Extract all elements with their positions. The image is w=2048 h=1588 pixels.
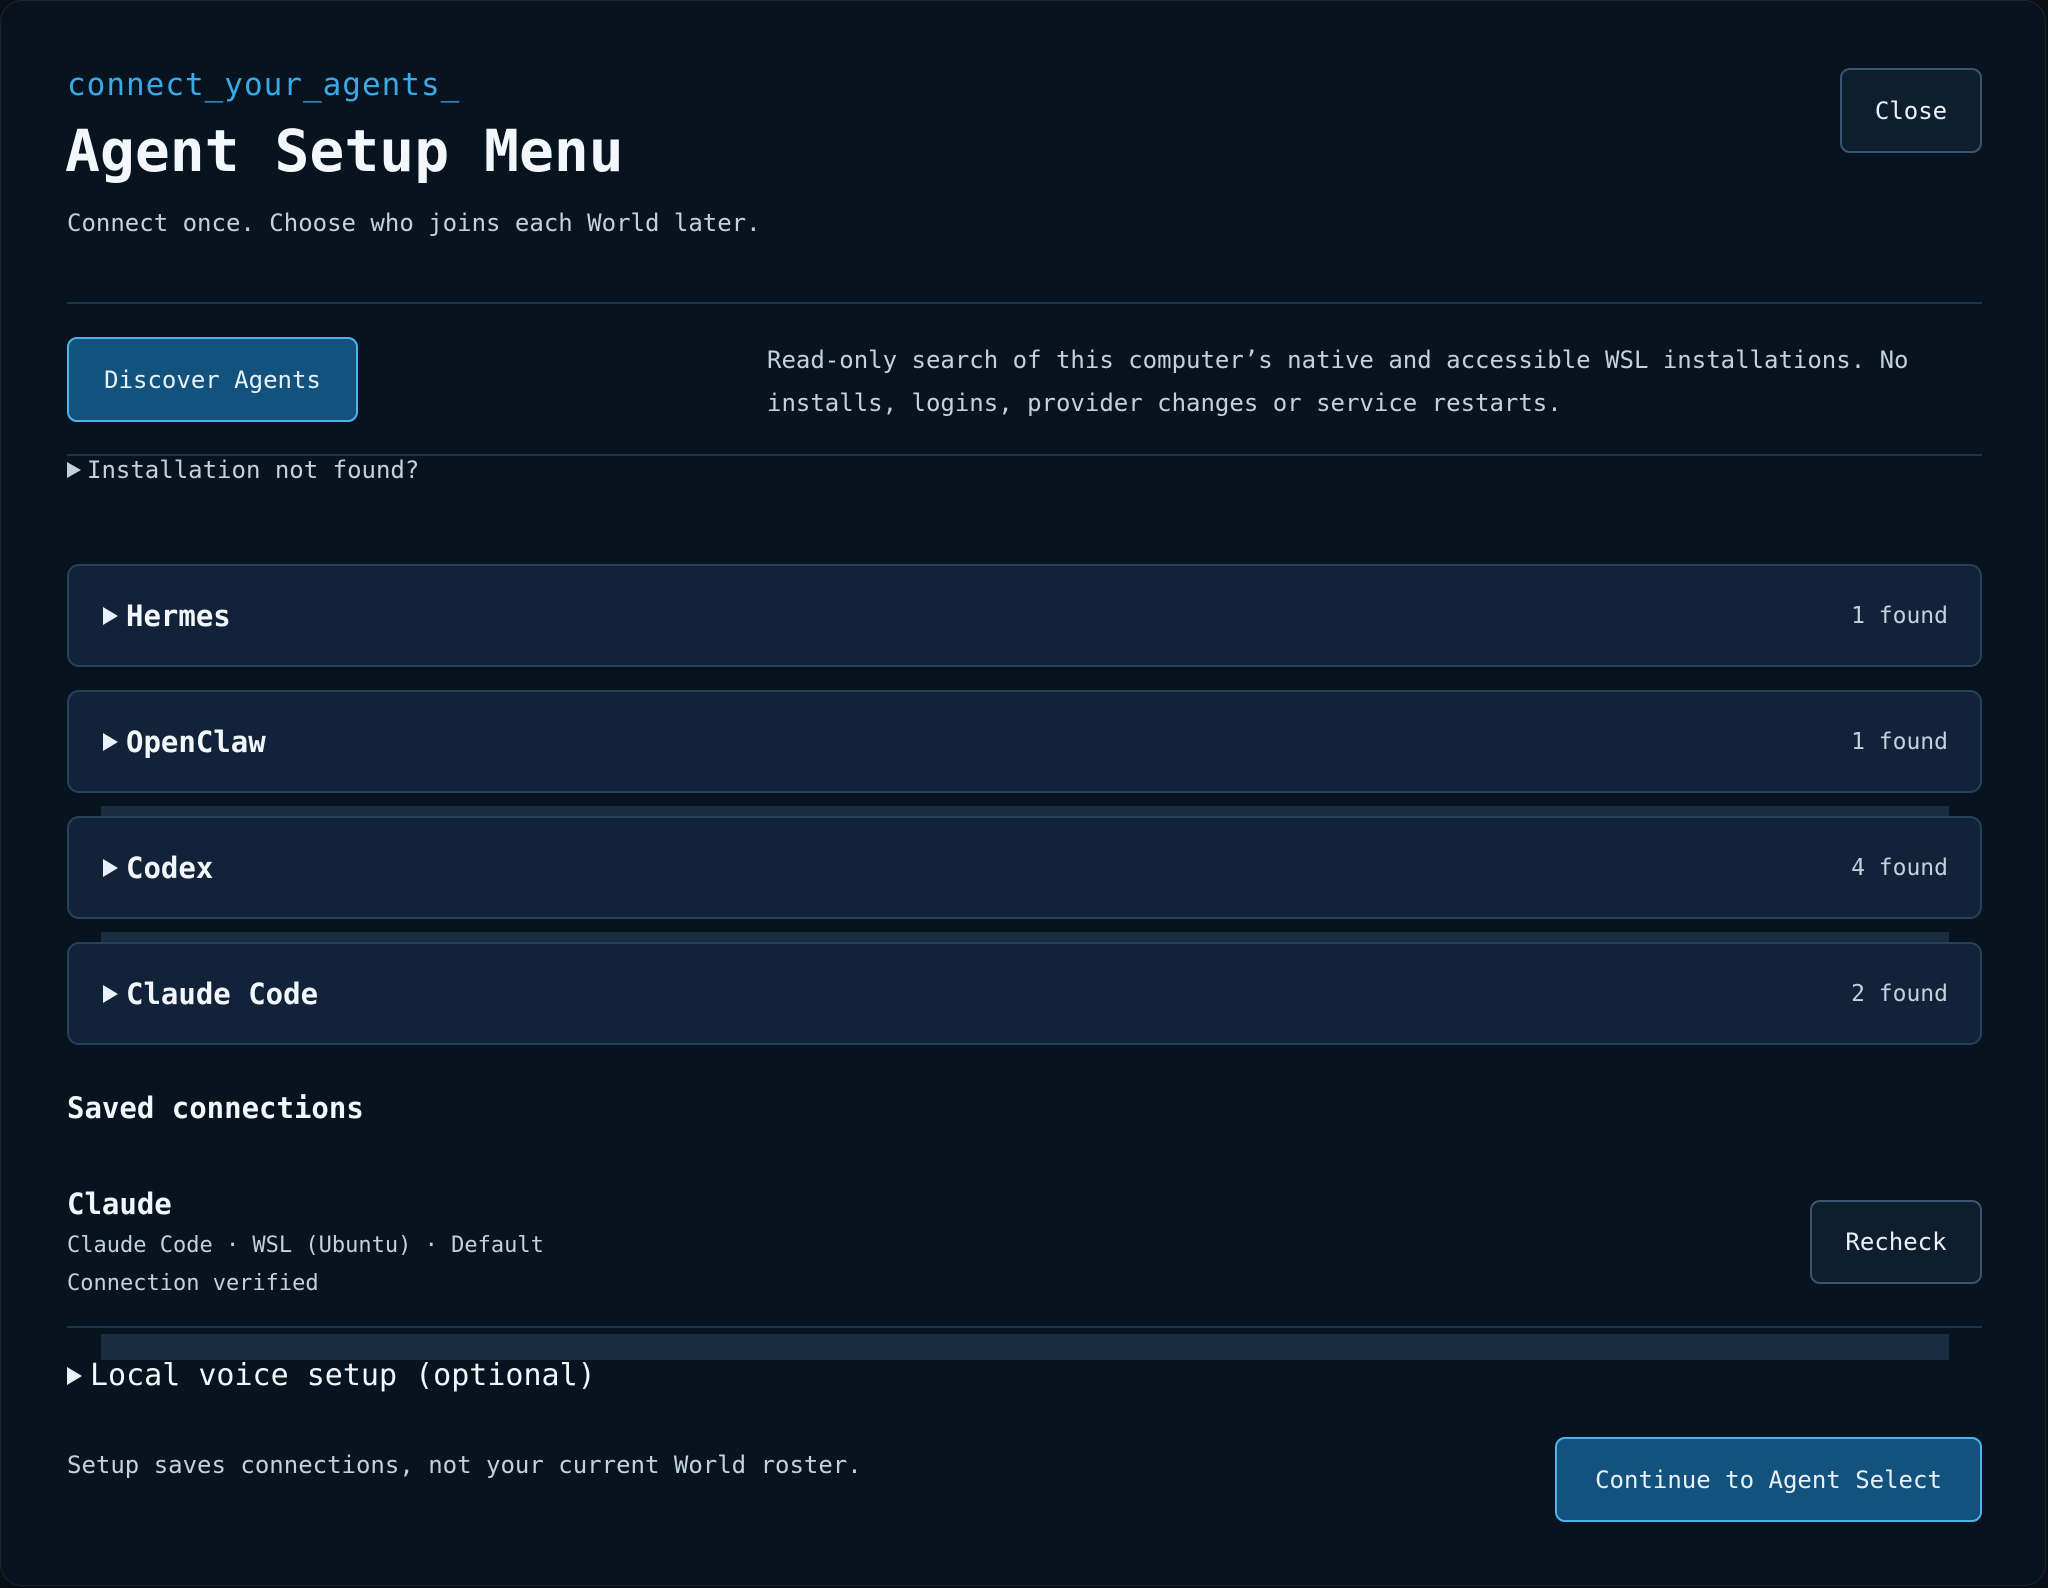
local-voice-setup-toggle[interactable]: Local voice setup (optional) bbox=[67, 1358, 596, 1393]
agent-group-title: OpenClaw bbox=[103, 692, 266, 791]
triangle-right-icon bbox=[103, 984, 118, 1003]
installation-help-label: Installation not found? bbox=[87, 456, 420, 484]
page-subtitle: Connect once. Choose who joins each Worl… bbox=[67, 209, 761, 237]
agent-group-title: Codex bbox=[103, 818, 213, 917]
agent-found-count: 4 found bbox=[1851, 854, 1948, 881]
continue-to-agent-select-button[interactable]: Continue to Agent Select bbox=[1555, 1437, 1982, 1522]
triangle-right-icon bbox=[103, 732, 118, 751]
agent-group-codex[interactable]: Codex 4 found bbox=[67, 816, 1982, 919]
page-title: Agent Setup Menu bbox=[65, 117, 624, 185]
footer-note: Setup saves connections, not your curren… bbox=[67, 1451, 862, 1479]
connection-status: Connection verified bbox=[67, 1271, 319, 1296]
local-voice-setup-label: Local voice setup (optional) bbox=[90, 1358, 596, 1393]
agent-group-title: Claude Code bbox=[103, 944, 318, 1043]
agent-name: Codex bbox=[126, 850, 214, 885]
discover-agents-button[interactable]: Discover Agents bbox=[67, 337, 358, 422]
agent-name: OpenClaw bbox=[126, 724, 266, 759]
discover-description: Read-only search of this computer’s nati… bbox=[767, 346, 1909, 417]
recheck-button[interactable]: Recheck bbox=[1810, 1200, 1982, 1284]
triangle-right-icon bbox=[67, 1366, 82, 1385]
close-button[interactable]: Close bbox=[1840, 68, 1982, 153]
scroll-shadow-band bbox=[101, 1334, 1949, 1360]
connection-detail: Claude Code · WSL (Ubuntu) · Default bbox=[67, 1233, 544, 1258]
connection-name: Claude bbox=[67, 1187, 172, 1221]
agent-setup-dialog: connect_your_agents_ Agent Setup Menu Co… bbox=[0, 0, 2046, 1586]
agent-found-count: 2 found bbox=[1851, 980, 1948, 1007]
section-kicker: connect_your_agents_ bbox=[67, 67, 461, 103]
agent-name: Claude Code bbox=[126, 976, 319, 1011]
agent-group-title: Hermes bbox=[103, 566, 231, 665]
triangle-right-icon bbox=[67, 462, 81, 478]
agent-found-count: 1 found bbox=[1851, 602, 1948, 629]
agent-group-hermes[interactable]: Hermes 1 found bbox=[67, 564, 1982, 667]
agent-name: Hermes bbox=[126, 598, 231, 633]
saved-connections-heading: Saved connections bbox=[67, 1091, 364, 1125]
installation-help-toggle[interactable]: Installation not found? bbox=[67, 456, 419, 484]
agent-group-openclaw[interactable]: OpenClaw 1 found bbox=[67, 690, 1982, 793]
triangle-right-icon bbox=[103, 606, 118, 625]
agent-found-count: 1 found bbox=[1851, 728, 1948, 755]
agent-group-claude-code[interactable]: Claude Code 2 found bbox=[67, 942, 1982, 1045]
divider bbox=[67, 1326, 1982, 1328]
divider bbox=[67, 302, 1982, 304]
triangle-right-icon bbox=[103, 858, 118, 877]
